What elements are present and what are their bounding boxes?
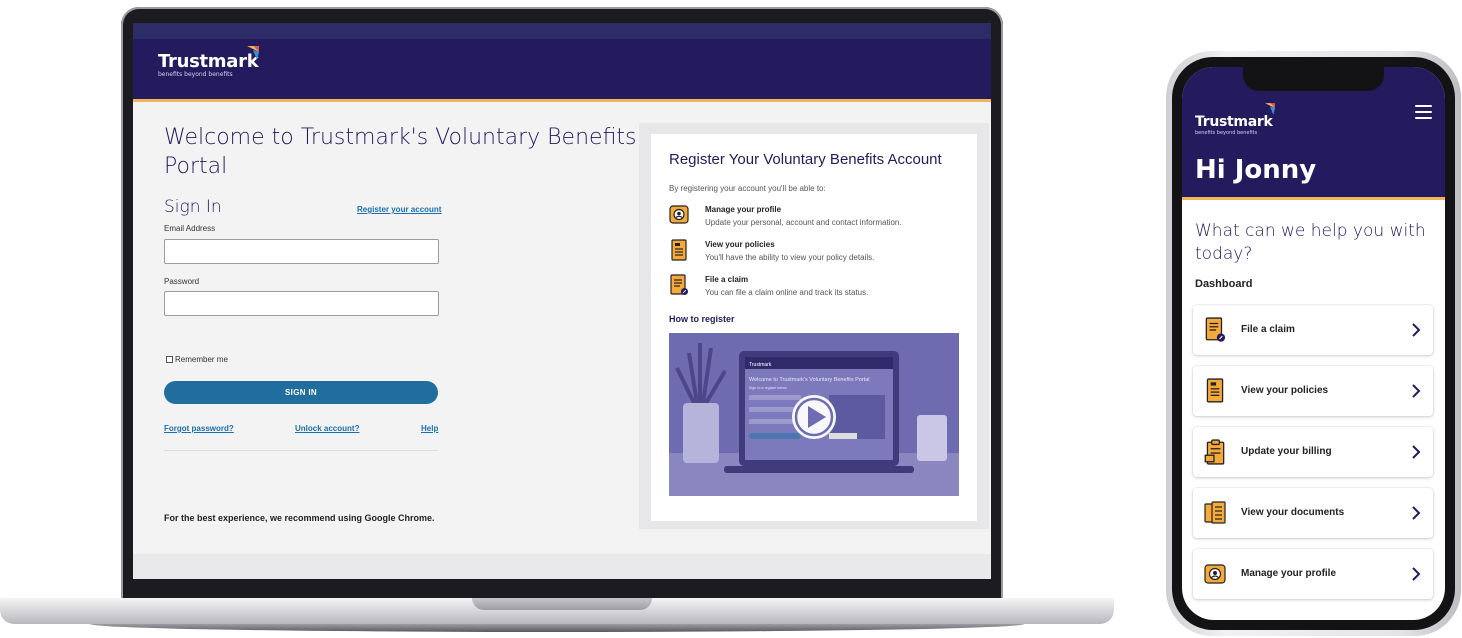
browser-top-strip [133,23,991,39]
unlock-account-link[interactable]: Unlock account? [295,424,359,433]
menu-item-label: Update your billing [1241,446,1332,457]
help-link[interactable]: Help [421,424,438,433]
menu-item-view-documents[interactable]: View your documents [1193,488,1433,538]
chevron-right-icon [1412,384,1421,398]
feature-file-claim: File a claim You can file a claim online… [669,274,969,304]
chevron-right-icon [1412,445,1421,459]
desktop-header: Trustmark benefits beyond benefits [133,39,991,99]
feature-description: Update your personal, account and contac… [705,218,902,227]
remember-me-checkbox[interactable]: Remember me [166,355,228,364]
browser-recommendation: For the best experience, we recommend us… [164,513,435,523]
header-accent-line [1182,197,1445,200]
menu-item-label: File a claim [1241,324,1295,335]
signin-button[interactable]: SIGN IN [164,381,438,404]
feature-description: You can file a claim online and track it… [705,288,869,297]
dashboard-label: Dashboard [1195,278,1253,290]
claim-document-icon [1205,317,1226,342]
trustmark-logo[interactable]: Trustmark benefits beyond benefits [158,46,259,78]
form-divider [164,450,438,451]
device-mockup: Trustmark benefits beyond benefits Welco… [0,0,1462,638]
feature-title: View your policies [705,240,775,249]
greeting-heading: Hi Jonny [1195,155,1317,185]
register-account-link[interactable]: Register your account [357,205,441,214]
feature-title: File a claim [705,275,749,284]
video-subtitle-text: Sign in or register below. [749,386,787,390]
video-logo-text: Trustmark [749,362,772,368]
logo-flag-icon [247,46,259,60]
feature-view-policies: View your policies You'll have the abili… [669,239,969,269]
how-to-register-video[interactable]: Trustmark Welcome to Trustmark's Volunta… [669,333,959,496]
register-panel-title: Register Your Voluntary Benefits Account [669,151,942,168]
logo-brand-text: Trustmark [1195,114,1273,130]
phone-notch [1243,67,1384,91]
video-thumbnail: Trustmark Welcome to Trustmark's Volunta… [669,333,959,496]
feature-description: You'll have the ability to view your pol… [705,253,875,262]
how-to-register-heading: How to register [669,314,735,324]
laptop-base-foot [90,624,1024,632]
page-title: Welcome to Trustmark's Voluntary Benefit… [164,125,637,179]
policy-document-icon [671,239,687,261]
forgot-password-link[interactable]: Forgot password? [164,424,234,433]
logo-tagline: benefits beyond benefits [158,71,233,78]
menu-item-manage-profile[interactable]: Manage your profile [1193,549,1433,599]
register-panel: Register Your Voluntary Benefits Account… [651,134,977,521]
signin-heading: Sign In [164,197,222,217]
password-field[interactable] [164,291,439,316]
checkbox-box[interactable] [166,356,173,363]
chevron-right-icon [1412,567,1421,581]
video-title-text: Welcome to Trustmark's Voluntary Benefit… [749,377,869,383]
hamburger-menu-icon[interactable] [1415,105,1432,119]
help-question: What can we help you with today? [1195,221,1426,264]
logo-brand-text: Trustmark [158,51,259,72]
desktop-footer-band [133,554,991,579]
profile-icon [669,205,689,224]
mobile-dashboard-page: Trustmark benefits beyond benefits Hi Jo… [1182,67,1445,620]
menu-item-view-policies[interactable]: View your policies [1193,366,1433,416]
email-label: Email Address [164,224,216,233]
profile-icon [1204,564,1226,584]
signin-section: Welcome to Trustmark's Voluntary Benefit… [164,123,644,523]
claim-document-icon [670,274,688,295]
email-field[interactable] [164,239,439,264]
menu-item-label: View your documents [1241,507,1345,518]
billing-clipboard-icon [1204,439,1225,465]
laptop-opening-notch [472,598,652,610]
documents-icon [1204,501,1226,524]
remember-me-label: Remember me [175,355,228,364]
menu-item-update-billing[interactable]: Update your billing [1193,427,1433,477]
trustmark-logo[interactable]: Trustmark benefits beyond benefits [1195,103,1275,136]
logo-flag-icon [1265,103,1275,115]
chevron-right-icon [1412,506,1421,520]
menu-item-label: Manage your profile [1241,568,1337,579]
desktop-portal-page: Trustmark benefits beyond benefits Welco… [133,23,991,579]
policy-document-icon [1206,378,1224,403]
header-accent-line [133,99,991,102]
password-label: Password [164,277,200,286]
menu-item-file-claim[interactable]: File a claim [1193,305,1433,355]
chevron-right-icon [1412,323,1421,337]
feature-title: Manage your profile [705,205,782,214]
register-panel-intro: By registering your account you'll be ab… [669,184,826,193]
logo-tagline: benefits beyond benefits [1195,130,1258,136]
menu-item-label: View your policies [1241,385,1329,396]
feature-manage-profile: Manage your profile Update your personal… [669,204,969,234]
